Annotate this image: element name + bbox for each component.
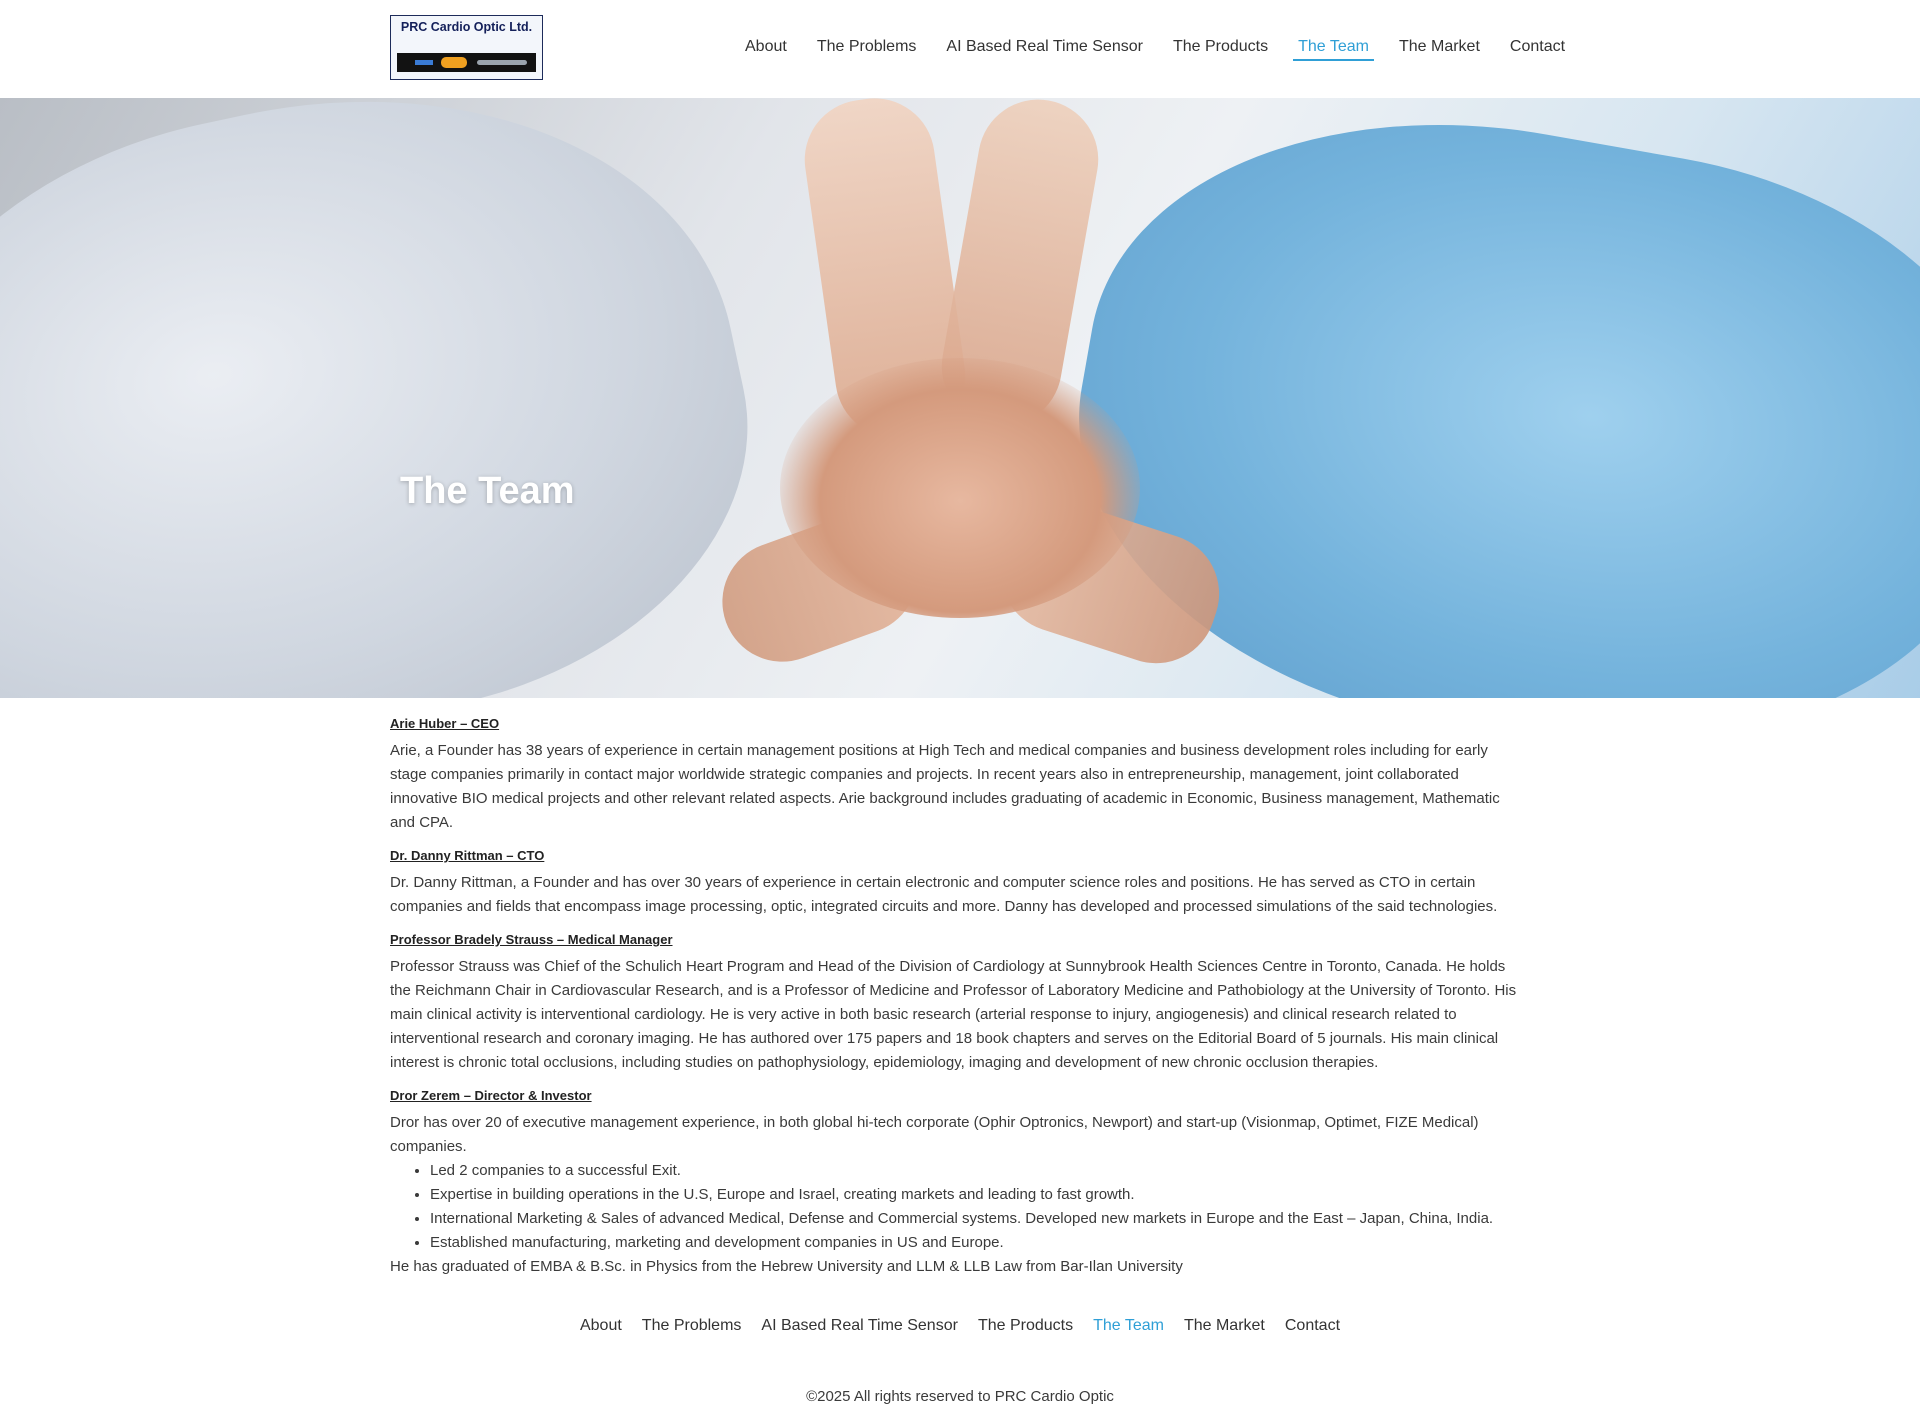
list-item: International Marketing & Sales of advan…	[430, 1207, 1525, 1231]
member-bio: Dr. Danny Rittman, a Founder and has ove…	[390, 874, 1498, 915]
member-name: Dror Zerem – Director & Investor	[390, 1088, 592, 1103]
hero-image-lab-coat	[0, 98, 796, 698]
hero-banner: The Team	[0, 98, 1920, 698]
footer-nav-contact[interactable]: Contact	[1285, 1317, 1340, 1335]
nav-ai-sensor[interactable]: AI Based Real Time Sensor	[941, 38, 1148, 61]
nav-the-market[interactable]: The Market	[1394, 38, 1485, 61]
team-content: Arie Huber – CEO Arie, a Founder has 38 …	[390, 715, 1525, 1279]
footer-nav-about[interactable]: About	[580, 1317, 622, 1335]
member-name: Dr. Danny Rittman – CTO	[390, 848, 545, 863]
member-bio: Arie, a Founder has 38 years of experien…	[390, 742, 1500, 831]
member-achievements-list: Led 2 companies to a successful Exit. Ex…	[390, 1159, 1525, 1255]
page-title: The Team	[400, 470, 575, 512]
footer-nav-ai-sensor[interactable]: AI Based Real Time Sensor	[761, 1317, 958, 1335]
nav-the-problems[interactable]: The Problems	[812, 38, 922, 61]
footer-nav-the-problems[interactable]: The Problems	[642, 1317, 742, 1335]
company-logo[interactable]: PRC Cardio Optic Ltd.	[390, 15, 543, 80]
nav-the-products[interactable]: The Products	[1168, 38, 1273, 61]
member-name: Professor Bradely Strauss – Medical Mana…	[390, 932, 673, 947]
nav-about[interactable]: About	[740, 38, 792, 61]
footer-nav: About The Problems AI Based Real Time Se…	[0, 1317, 1920, 1335]
main-nav: About The Problems AI Based Real Time Se…	[740, 38, 1570, 61]
list-item: Expertise in building operations in the …	[430, 1183, 1525, 1207]
footer-nav-the-team[interactable]: The Team	[1093, 1317, 1164, 1335]
member-bio: Dror has over 20 of executive management…	[390, 1114, 1479, 1155]
footer-nav-the-products[interactable]: The Products	[978, 1317, 1073, 1335]
list-item: Established manufacturing, marketing and…	[430, 1231, 1525, 1255]
footer-nav-the-market[interactable]: The Market	[1184, 1317, 1265, 1335]
nav-the-team[interactable]: The Team	[1293, 38, 1374, 61]
catheter-device-graphic	[397, 53, 536, 72]
site-header: PRC Cardio Optic Ltd. About The Problems…	[0, 0, 1920, 98]
list-item: Led 2 companies to a successful Exit.	[430, 1159, 1525, 1183]
member-bio: Professor Strauss was Chief of the Schul…	[390, 958, 1517, 1071]
copyright-text: ©2025 All rights reserved to PRC Cardio …	[806, 1388, 1114, 1405]
logo-title: PRC Cardio Optic Ltd.	[400, 20, 533, 34]
hero-image-stacked-hands	[780, 358, 1140, 618]
nav-contact[interactable]: Contact	[1505, 38, 1570, 61]
member-education: He has graduated of EMBA & B.Sc. in Phys…	[390, 1258, 1183, 1275]
member-name: Arie Huber – CEO	[390, 716, 500, 731]
